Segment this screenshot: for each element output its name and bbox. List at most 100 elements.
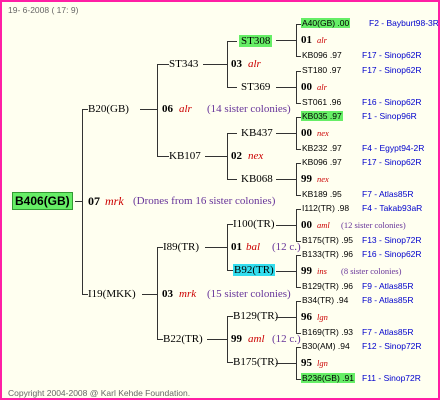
gen4-top-right: F4 - Takab93aR — [362, 203, 423, 213]
connector — [75, 201, 83, 202]
gen4-bottom-right: F17 - Sinop62R — [362, 50, 422, 60]
gen4-bottom: B129(TR) .96 — [302, 281, 354, 291]
node-i100: I100(TR) — [233, 218, 275, 230]
b22-year: 99 — [231, 333, 242, 345]
i89-race: bal — [246, 241, 261, 253]
dam-race: mrk — [179, 288, 197, 300]
b22-race: aml — [248, 333, 265, 345]
gen4-bottom: KB096 .97 — [302, 50, 342, 60]
gen4-year: 00 — [301, 219, 312, 231]
connector — [296, 209, 297, 241]
connector — [276, 179, 296, 180]
connector — [276, 225, 296, 226]
dam-node: I19(MKK) — [88, 288, 136, 300]
gen4-top: I112(TR) .98 — [302, 203, 350, 213]
gen4-top: B30(AM) .94 — [302, 341, 350, 351]
node-b129: B129(TR) — [233, 310, 279, 322]
date-stamp: 19- 6-2008 ( 17: 9) — [8, 5, 79, 15]
connector — [157, 64, 158, 156]
gen4-year: 96 — [301, 311, 312, 323]
kb107-race: nex — [248, 150, 264, 162]
connector — [227, 41, 237, 42]
node-kb068: KB068 — [241, 173, 273, 185]
gen4-year: 95 — [301, 357, 312, 369]
gen4-race: alr — [317, 35, 327, 45]
gen4-top: KB096 .97 — [302, 157, 342, 167]
gen4-top-right: F12 - Sinop72R — [362, 341, 422, 351]
connector — [227, 87, 237, 88]
gen4-race: nex — [317, 174, 329, 184]
connector — [82, 109, 83, 295]
root-node: B406(GB) — [12, 192, 73, 210]
i89-note: (12 c.) — [272, 241, 301, 253]
gen4-top: ST180 .97 — [302, 65, 342, 75]
connector — [227, 133, 237, 134]
gen4-race: lgn — [317, 312, 328, 322]
gen4-bottom: ST061 .96 — [302, 97, 342, 107]
connector — [276, 271, 296, 272]
sire-race: alr — [179, 103, 192, 115]
gen4-top-right: F17 - Sinop62R — [362, 157, 422, 167]
node-st343: ST343 — [169, 58, 199, 70]
gen4-race: aml — [317, 220, 330, 230]
i89-year: 01 — [231, 241, 242, 253]
connector — [276, 87, 296, 88]
gen4-top-right: F17 - Sinop62R — [362, 65, 422, 75]
gen4-bottom-right: F16 - Sinop62R — [362, 97, 422, 107]
connector — [276, 133, 296, 134]
connector — [276, 40, 296, 41]
gen4-top: KB035 .97 — [301, 111, 343, 121]
st343-race: alr — [248, 58, 261, 70]
gen4-top-right: F16 - Sinop62R — [362, 249, 422, 259]
gen4-note: (12 sister colonies) — [341, 220, 406, 230]
gen4-top-right: F2 - Bayburt98-3R — [369, 18, 439, 28]
copyright: Copyright 2004-2008 @ Karl Kehde Foundat… — [8, 388, 191, 398]
gen4-bottom-right: F9 - Atlas85R — [362, 281, 414, 291]
gen4-top: B133(TR) .96 — [302, 249, 354, 259]
node-i89: I89(TR) — [163, 241, 200, 253]
gen4-year: 00 — [301, 127, 312, 139]
gen4-bottom-right: F13 - Sinop72R — [362, 235, 422, 245]
gen4-top-right: F8 - Atlas85R — [362, 295, 414, 305]
gen4-year: 99 — [301, 173, 312, 185]
connector — [296, 347, 297, 379]
b22-note: (12 c.) — [272, 333, 301, 345]
root-race: mrk — [105, 194, 124, 208]
gen4-top: B34(TR) .94 — [302, 295, 349, 305]
connector — [203, 64, 228, 65]
sire-note: (14 sister colonies) — [207, 103, 291, 115]
dam-note: (15 sister colonies) — [207, 288, 291, 300]
kb107-year: 02 — [231, 150, 242, 162]
connector — [140, 109, 158, 110]
gen4-bottom-right: F4 - Egypt94-2R — [362, 143, 425, 153]
gen4-bottom-right: F11 - Sinop72R — [362, 373, 421, 383]
root-note: (Drones from 16 sister colonies) — [133, 195, 276, 207]
gen4-top-right: F1 - Sinop96R — [362, 111, 417, 121]
connector — [157, 247, 158, 339]
pedigree-diagram: { "header": { "date_text": "19- 6-2008 (… — [0, 0, 440, 400]
gen4-bottom: B175(TR) .95 — [302, 235, 354, 245]
gen4-year: 99 — [301, 265, 312, 277]
dam-year: 03 — [162, 288, 173, 300]
node-b175: B175(TR) — [233, 356, 279, 368]
connector — [142, 294, 158, 295]
gen4-race: nex — [317, 128, 329, 138]
gen4-year: 00 — [301, 81, 312, 93]
gen4-bottom-right: F7 - Atlas85R — [362, 327, 414, 337]
gen4-note: (8 sister colonies) — [341, 266, 402, 276]
connector — [296, 301, 297, 333]
gen4-race: lgn — [317, 358, 328, 368]
gen4-bottom: KB189 .95 — [302, 189, 342, 199]
connector — [157, 156, 169, 157]
sire-year: 06 — [162, 103, 173, 115]
connector — [296, 163, 297, 195]
gen4-race: ins — [317, 266, 327, 276]
connector — [207, 339, 228, 340]
node-b22: B22(TR) — [163, 333, 203, 345]
gen4-bottom: KB232 .97 — [302, 143, 342, 153]
gen4-bottom-right: F7 - Atlas85R — [362, 189, 414, 199]
gen4-top: A40(GB) .00 — [301, 18, 351, 28]
node-st369: ST369 — [241, 81, 271, 93]
connector — [276, 317, 296, 318]
node-st308: ST308 — [239, 35, 273, 47]
